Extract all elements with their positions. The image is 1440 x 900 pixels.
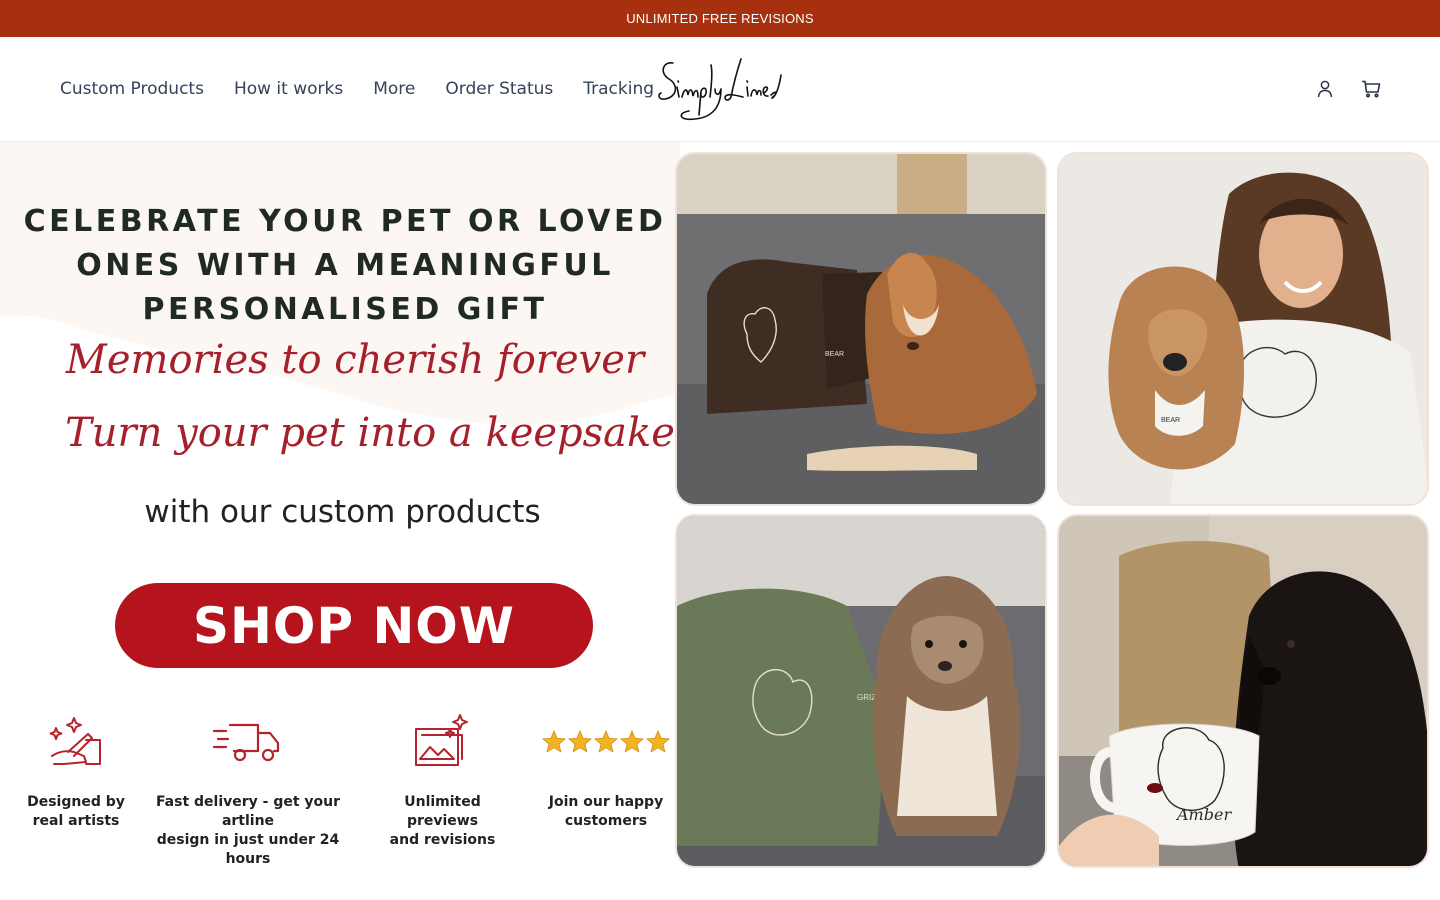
feature-artists-line-1: Designed by <box>27 794 125 810</box>
feature-list: Designed by real artists Fast delivery - <box>0 707 680 867</box>
photo-2-embroidery-text: BEAR <box>1161 417 1180 424</box>
feature-customers: Join our happy customers <box>532 707 680 831</box>
feature-artists-line-2: real artists <box>32 813 120 829</box>
delivery-truck-icon <box>212 723 280 762</box>
feature-artists: Designed by real artists <box>18 707 134 831</box>
photo-4-embroidery-text: Amber <box>1175 805 1232 824</box>
feature-customers-line-1: Join our happy <box>548 794 664 810</box>
feature-previews-line-2: and revisions <box>389 832 496 848</box>
photo-spaniel-mug[interactable]: Amber <box>1057 514 1429 868</box>
nav-more[interactable]: More <box>373 79 415 99</box>
nav-custom-products[interactable]: Custom Products <box>60 79 204 99</box>
photo-dog-sofa-hoodie[interactable]: BEAR <box>675 152 1047 506</box>
logo-signature-icon <box>658 58 782 121</box>
feature-previews: Unlimited previews and revisions <box>370 707 515 850</box>
account-icon[interactable] <box>1314 78 1336 100</box>
headline-line-3: PERSONALISED GIFT <box>142 292 548 327</box>
photo-woman-doodle-sweatshirt[interactable]: BEAR <box>1057 152 1429 506</box>
header-actions <box>1314 37 1382 141</box>
nav-order-status[interactable]: Order Status <box>445 79 553 99</box>
shop-now-button[interactable]: SHOP NOW <box>115 583 593 668</box>
nav-how-it-works[interactable]: How it works <box>234 79 343 99</box>
cart-icon[interactable] <box>1360 78 1382 100</box>
feature-previews-line-1: Unlimited previews <box>404 794 481 829</box>
headline-line-2: ONES WITH A MEANINGFUL <box>76 248 614 283</box>
nav-tracking[interactable]: Tracking <box>583 79 654 99</box>
main-nav: Custom Products How it works More Order … <box>60 37 654 141</box>
five-stars-icon <box>542 729 670 753</box>
headline-line-1: CELEBRATE YOUR PET OR LOVED <box>23 204 667 239</box>
image-sparkle-icon <box>414 714 468 766</box>
announcement-bar: UNLIMITED FREE REVISIONS <box>0 0 1440 37</box>
photo-1-embroidery-text: BEAR <box>825 351 844 358</box>
site-header: Custom Products How it works More Order … <box>0 37 1440 142</box>
feature-delivery-line-1: Fast delivery - get your artline <box>155 794 341 829</box>
feature-customers-line-2: customers <box>564 813 648 829</box>
hero-section: CELEBRATE YOUR PET OR LOVED ONES WITH A … <box>0 142 1440 900</box>
announcement-text: UNLIMITED FREE REVISIONS <box>626 11 814 26</box>
photo-pomeranian-green-sweatshirt[interactable]: GRIZZ <box>675 514 1047 868</box>
hero-subline: with our custom products <box>144 494 541 530</box>
feature-delivery: Fast delivery - get your artline design … <box>138 707 358 869</box>
hero-script-line-1: Memories to cherish forever <box>65 337 645 383</box>
feature-delivery-line-2: design in just under 24 hours <box>156 832 340 867</box>
hero-headline: CELEBRATE YOUR PET OR LOVED ONES WITH A … <box>20 200 670 332</box>
site-logo[interactable] <box>655 51 785 127</box>
hero-script-line-2: Turn your pet into a keepsake <box>65 410 675 456</box>
artist-hand-icon <box>49 717 101 765</box>
